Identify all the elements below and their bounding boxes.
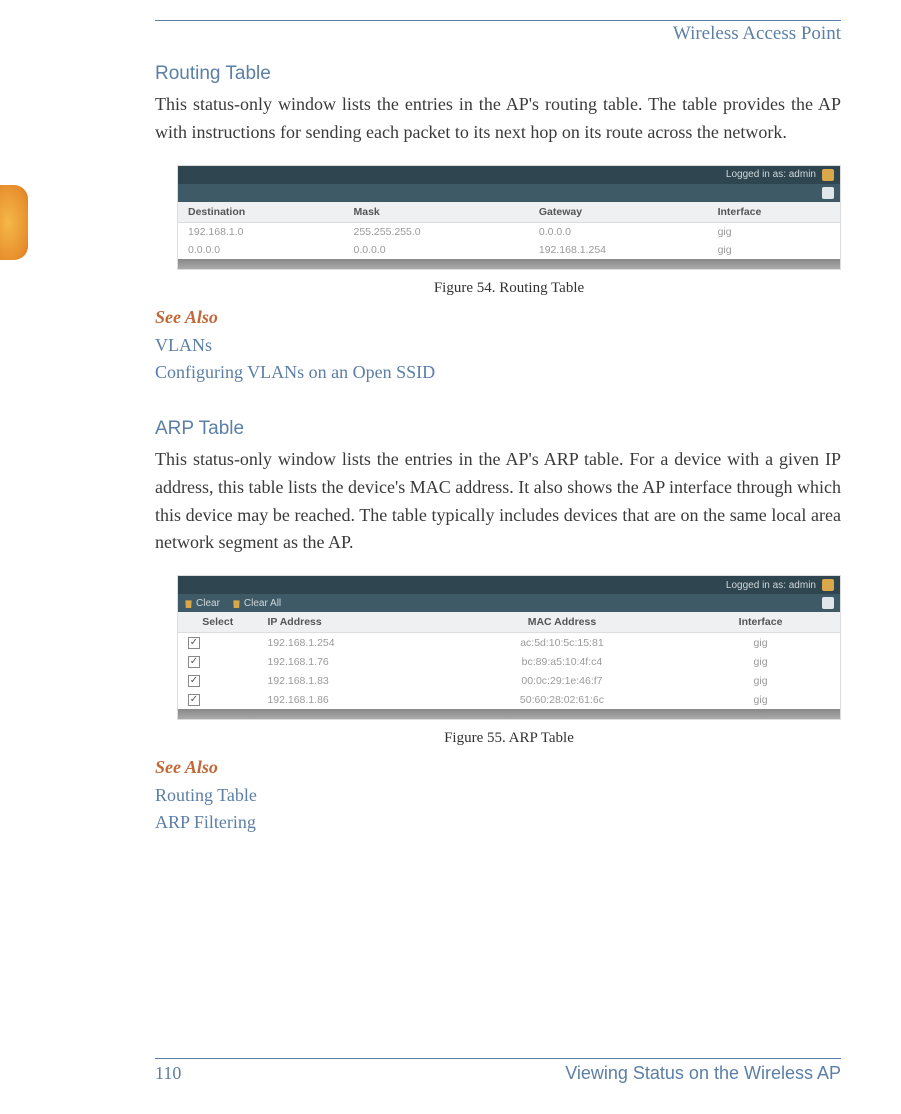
routing-table-heading: Routing Table [155, 63, 841, 85]
logout-icon [822, 169, 834, 181]
arp-table-description: This status-only window lists the entrie… [155, 446, 841, 558]
trash-icon [184, 598, 193, 608]
page-header: Wireless Access Point [60, 23, 841, 45]
link-arp-filtering[interactable]: ARP Filtering [155, 809, 841, 836]
footer-section-title: Viewing Status on the Wireless AP [565, 1063, 841, 1084]
clear-button[interactable]: Clear [184, 598, 220, 609]
logged-in-label: Logged in as: admin [726, 580, 816, 591]
page-footer: 110 Viewing Status on the Wireless AP [60, 1058, 841, 1084]
col-select: Select [178, 612, 257, 633]
figure-55: Logged in as: admin Clear Clear All Sele… [177, 575, 841, 747]
arp-table: Select IP Address MAC Address Interface … [178, 612, 840, 709]
table-header-row: Destination Mask Gateway Interface [178, 202, 840, 223]
figure-54-caption: Figure 54. Routing Table [177, 280, 841, 297]
figure-55-caption: Figure 55. ARP Table [177, 730, 841, 747]
col-interface: Interface [708, 202, 840, 223]
table-row: 0.0.0.0 0.0.0.0 192.168.1.254 gig [178, 241, 840, 259]
link-routing-table[interactable]: Routing Table [155, 782, 841, 809]
table-row: ✓ 192.168.1.254 ac:5d:10:5c:15:81 gig [178, 633, 840, 653]
col-destination: Destination [178, 202, 344, 223]
section-tab-marker [0, 185, 28, 260]
col-interface: Interface [681, 612, 840, 633]
table-row: ✓ 192.168.1.76 bc:89:a5:10:4f:c4 gig [178, 652, 840, 671]
clear-all-button[interactable]: Clear All [232, 598, 281, 609]
help-icon [822, 597, 834, 609]
routing-table-description: This status-only window lists the entrie… [155, 91, 841, 147]
table-row: 192.168.1.0 255.255.255.0 0.0.0.0 gig [178, 222, 840, 241]
help-icon [822, 187, 834, 199]
link-configuring-vlans[interactable]: Configuring VLANs on an Open SSID [155, 359, 841, 386]
logout-icon [822, 579, 834, 591]
see-also-heading: See Also [155, 307, 841, 328]
row-checkbox[interactable]: ✓ [188, 656, 200, 668]
row-checkbox[interactable]: ✓ [188, 637, 200, 649]
arp-table-heading: ARP Table [155, 418, 841, 440]
link-vlans[interactable]: VLANs [155, 332, 841, 359]
trash-icon [232, 598, 241, 608]
row-checkbox[interactable]: ✓ [188, 675, 200, 687]
col-mac-address: MAC Address [443, 612, 681, 633]
table-header-row: Select IP Address MAC Address Interface [178, 612, 840, 633]
logged-in-label: Logged in as: admin [726, 169, 816, 180]
col-mask: Mask [344, 202, 529, 223]
figure-54: Logged in as: admin Destination Mask Gat… [177, 165, 841, 297]
row-checkbox[interactable]: ✓ [188, 694, 200, 706]
col-gateway: Gateway [529, 202, 708, 223]
routing-table: Destination Mask Gateway Interface 192.1… [178, 202, 840, 259]
see-also-heading: See Also [155, 757, 841, 778]
page-number: 110 [155, 1063, 181, 1084]
table-row: ✓ 192.168.1.86 50:60:28:02:61:6c gig [178, 690, 840, 709]
table-row: ✓ 192.168.1.83 00:0c:29:1e:46:f7 gig [178, 671, 840, 690]
col-ip-address: IP Address [257, 612, 442, 633]
